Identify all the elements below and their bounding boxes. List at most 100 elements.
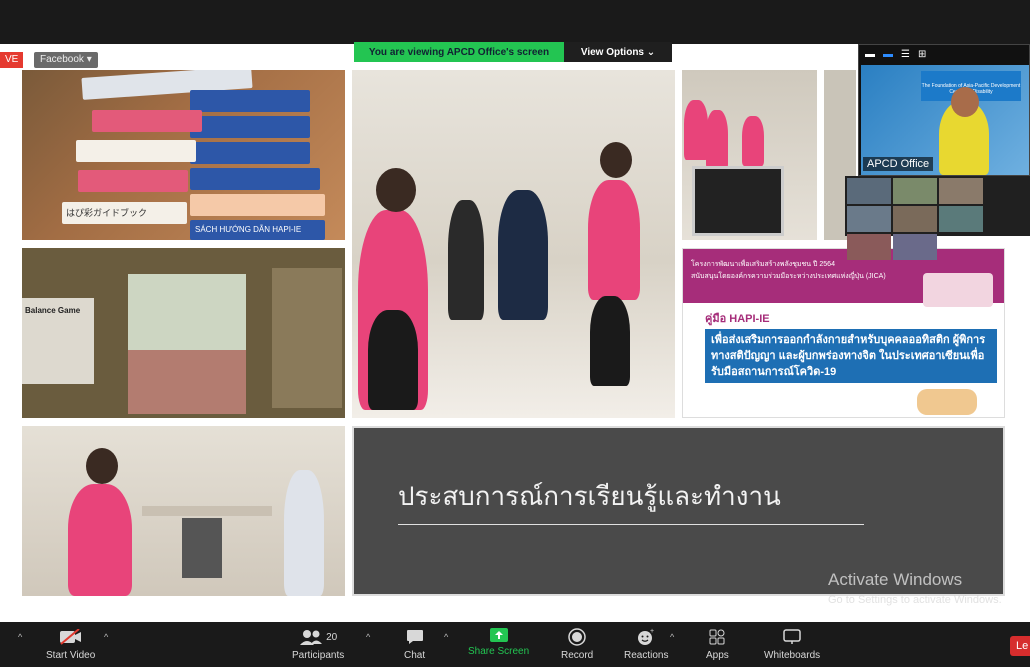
training-photo xyxy=(22,426,345,596)
viewing-banner: You are viewing APCD Office's screen Vie… xyxy=(354,42,672,62)
view-options-button[interactable]: View Options ⌄ xyxy=(564,42,672,62)
participants-button[interactable]: 20 Participants xyxy=(292,628,344,661)
participant-head xyxy=(86,448,118,484)
reactions-button[interactable]: + Reactions xyxy=(624,628,668,661)
participant-woman-white xyxy=(284,470,324,596)
gallery-thumb xyxy=(847,234,891,260)
slide-title: ประสบการณ์การเรียนรู้และทำงาน xyxy=(398,482,781,512)
svg-text:+: + xyxy=(650,628,654,635)
chair xyxy=(182,518,222,578)
projected-video xyxy=(128,274,246,350)
chat-label: Chat xyxy=(404,650,426,661)
gallery-icon[interactable]: ⊞ xyxy=(918,49,926,60)
banner-line-1: โครงการพัฒนาเพื่อเสริมสร้างพลังชุมชน ปี … xyxy=(691,261,835,268)
booklet-page xyxy=(92,110,202,132)
participant-head xyxy=(600,142,632,178)
side-view-icon[interactable]: ☰ xyxy=(901,49,910,60)
title-underline xyxy=(398,524,864,525)
booklet-page xyxy=(190,90,310,112)
illustration xyxy=(917,389,977,415)
gallery-thumb xyxy=(893,206,937,232)
video-off-icon xyxy=(59,628,83,646)
start-video-button[interactable]: Start Video xyxy=(46,628,95,661)
participant-man-pink xyxy=(68,484,132,596)
meeting-toolbar: ^ Start Video ^ 20 Participants ^ Chat ^ xyxy=(0,622,1030,667)
booklet-page xyxy=(190,142,310,164)
gallery-thumb xyxy=(847,206,891,232)
share-screen-label: Share Screen xyxy=(468,646,530,657)
chat-caret-icon[interactable]: ^ xyxy=(444,632,448,642)
whiteboards-button[interactable]: Whiteboards xyxy=(764,628,820,661)
gallery-thumb xyxy=(893,178,937,204)
projected-slide: Balance Game xyxy=(22,298,94,384)
booklet-title-vn: SÁCH HƯỚNG DẪN HAPI-IE xyxy=(190,220,325,240)
wall xyxy=(272,268,342,408)
hapi-ie-slide: โครงการพัฒนาเพื่อเสริมสร้างพลังชุมชน ปี … xyxy=(682,248,1005,418)
reactions-caret-icon[interactable]: ^ xyxy=(670,632,674,642)
participants-count: 20 xyxy=(326,631,338,643)
participant-pants xyxy=(368,310,418,410)
speaker-head xyxy=(951,87,979,117)
booklet-page xyxy=(190,168,320,190)
classroom-photo xyxy=(682,70,817,240)
participant xyxy=(706,110,728,170)
facebook-button[interactable]: Facebook ▾ xyxy=(34,52,98,68)
start-video-label: Start Video xyxy=(46,650,96,661)
speaker-video-tile[interactable]: ▬ ▬ ☰ ⊞ The Foundation of Asia-Pacific D… xyxy=(858,44,1030,176)
live-badge: VE xyxy=(0,52,24,68)
booklets-photo: はぴ彩ガイドブック SÁCH HƯỚNG DẪN HAPI-IE xyxy=(22,70,345,240)
record-button[interactable]: Record xyxy=(561,628,593,661)
share-screen-icon xyxy=(489,628,508,642)
hapi-label: คู่มือ HAPI-IE xyxy=(705,313,770,325)
participants-caret-icon[interactable]: ^ xyxy=(366,632,370,642)
laptop-screen xyxy=(692,166,784,236)
participant-woman-right xyxy=(588,180,640,300)
apps-label: Apps xyxy=(706,650,729,661)
minimize-icon[interactable]: ▬ xyxy=(865,49,875,60)
participant xyxy=(742,116,764,166)
leave-button[interactable]: Le xyxy=(1010,636,1030,656)
gallery-strip xyxy=(845,176,1030,260)
group-activity-photo xyxy=(352,70,675,418)
viewing-status: You are viewing APCD Office's screen xyxy=(354,42,564,62)
booklet-page xyxy=(78,170,188,192)
gallery-thumb xyxy=(939,178,983,204)
participant-back xyxy=(448,200,484,320)
participant-head xyxy=(376,168,416,212)
booklet-page xyxy=(190,194,325,216)
reactions-label: Reactions xyxy=(624,650,669,661)
chat-button[interactable]: Chat xyxy=(404,628,425,661)
apps-icon xyxy=(709,628,725,646)
balance-game-title: Balance Game xyxy=(25,306,81,315)
speaker-feed: The Foundation of Asia-Pacific Developme… xyxy=(861,65,1029,175)
participant-man xyxy=(498,190,548,320)
gallery-thumb xyxy=(939,206,983,232)
whiteboards-label: Whiteboards xyxy=(764,650,821,661)
share-screen-button[interactable]: Share Screen xyxy=(468,628,529,657)
video-caret-icon[interactable]: ^ xyxy=(104,632,108,642)
tile-controls: ▬ ▬ ☰ ⊞ xyxy=(859,45,1029,63)
booklet-page xyxy=(190,116,310,138)
whiteboard-icon xyxy=(783,628,801,646)
activate-windows-title: Activate Windows xyxy=(828,570,963,589)
desk xyxy=(142,506,272,516)
participants-icon: 20 xyxy=(299,628,337,646)
reactions-icon: + xyxy=(637,628,655,646)
booklet-page xyxy=(76,140,196,162)
record-label: Record xyxy=(561,650,594,661)
apps-button[interactable]: Apps xyxy=(706,628,729,661)
audio-caret-icon[interactable]: ^ xyxy=(18,632,22,642)
gallery-thumb xyxy=(847,178,891,204)
chat-icon xyxy=(406,628,424,646)
speaker-name: APCD Office xyxy=(863,157,934,171)
video-view-icon[interactable]: ▬ xyxy=(883,49,893,60)
illustration xyxy=(923,273,993,307)
gallery-thumb xyxy=(893,234,937,260)
participants-label: Participants xyxy=(292,650,345,661)
participants-video xyxy=(128,350,246,414)
top-bar xyxy=(0,0,1030,44)
hapi-description: เพื่อส่งเสริมการออกกำลังกายสำหรับบุคคลออ… xyxy=(705,329,997,383)
participant xyxy=(684,100,708,160)
activate-windows-subtitle: Go to Settings to activate Windows. xyxy=(828,594,1002,606)
record-icon xyxy=(568,628,586,646)
